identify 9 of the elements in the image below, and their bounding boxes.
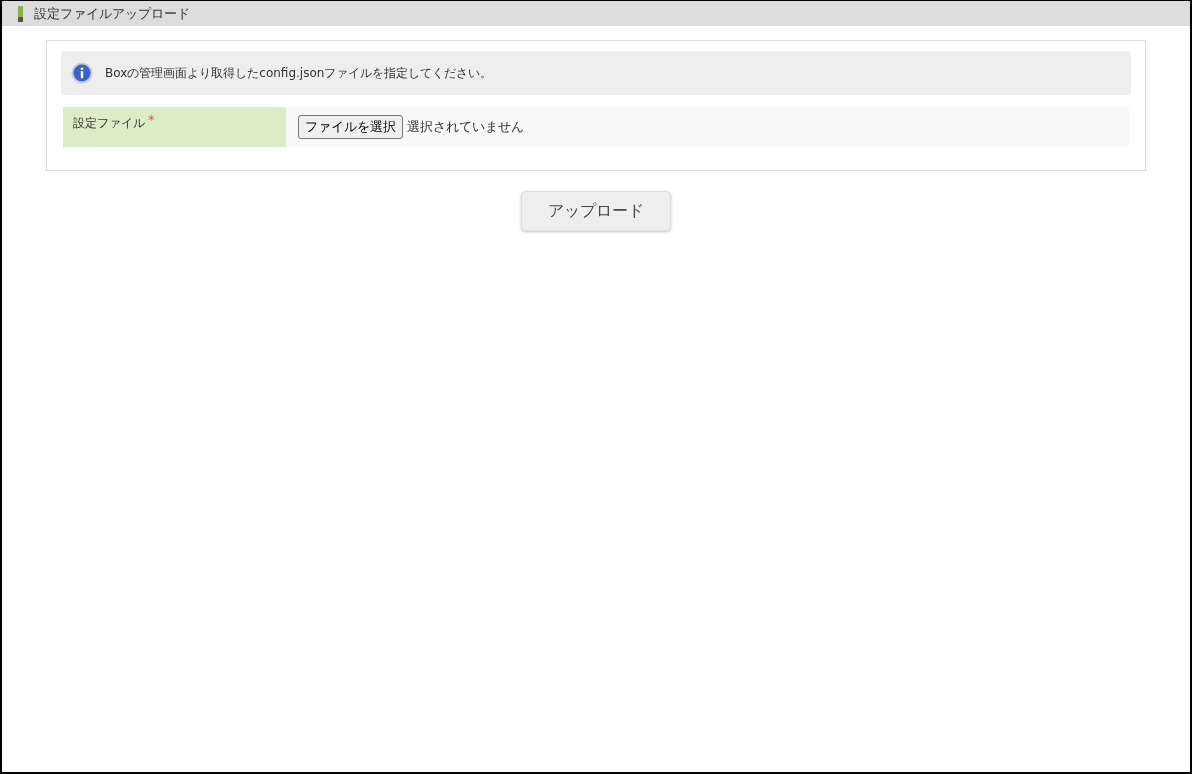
upload-button[interactable]: アップロード: [521, 191, 671, 231]
file-status: 選択されていません: [407, 118, 524, 136]
required-mark: *: [148, 112, 155, 127]
page-title: 設定ファイルアップロード: [34, 4, 190, 23]
info-icon: [71, 62, 93, 84]
field-label: 設定ファイル: [73, 116, 145, 130]
title-marker-icon: [18, 5, 23, 22]
info-text: Boxの管理画面より取得したconfig.jsonファイルを指定してください。: [105, 64, 493, 82]
choose-file-button[interactable]: ファイルを選択: [298, 115, 403, 139]
